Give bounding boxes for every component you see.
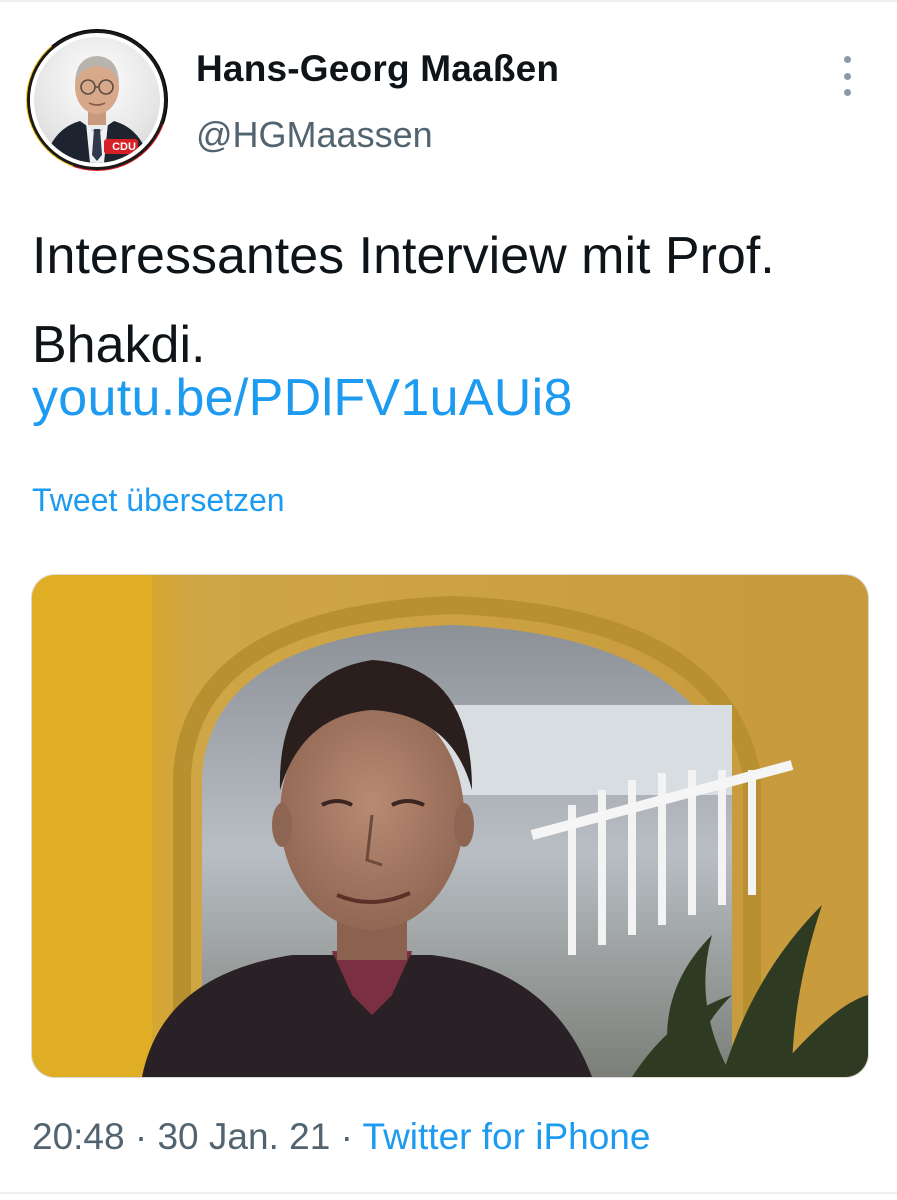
tweet-source-link[interactable]: Twitter for iPhone — [363, 1116, 651, 1157]
meta-separator: · — [340, 1116, 353, 1157]
tweet-text: Interessantes Interview mit Prof. Bhakdi… — [32, 227, 775, 374]
bottom-divider — [0, 1192, 897, 1194]
translate-tweet-link[interactable]: Tweet übersetzen — [32, 482, 285, 519]
tweet-link[interactable]: youtu.be/PDlFV1uAUi8 — [32, 368, 573, 428]
user-handle[interactable]: @HGMaassen — [196, 114, 433, 156]
more-dot — [843, 56, 851, 63]
tweet-date: 30 Jan. 21 — [157, 1116, 331, 1157]
media-image — [32, 575, 868, 1077]
more-vertical-icon[interactable] — [832, 56, 862, 96]
top-divider — [0, 0, 897, 2]
tweet-time: 20:48 — [32, 1116, 125, 1157]
video-thumbnail[interactable] — [31, 574, 869, 1078]
cdu-badge-label: CDU — [112, 141, 136, 153]
meta-separator: · — [134, 1116, 148, 1157]
more-dot — [843, 89, 851, 96]
display-name[interactable]: Hans-Georg Maaßen — [196, 48, 559, 90]
profile-photo — [44, 56, 150, 163]
more-dot — [843, 72, 851, 80]
avatar[interactable]: CDU — [30, 33, 164, 167]
tweet-meta: 20:48 · 30 Jan. 21 · Twitter for iPhone — [32, 1116, 650, 1158]
